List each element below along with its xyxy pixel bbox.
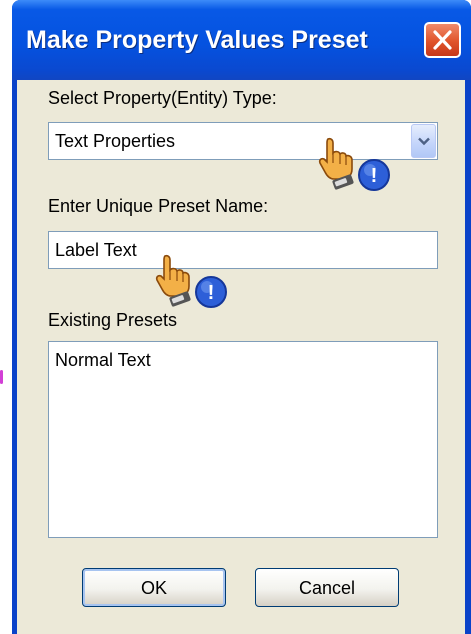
pink-edge-marker bbox=[0, 370, 3, 384]
close-icon bbox=[433, 30, 452, 50]
cancel-button[interactable]: Cancel bbox=[255, 568, 399, 607]
property-type-value: Text Properties bbox=[55, 131, 176, 151]
preset-name-field[interactable] bbox=[48, 231, 438, 269]
dialog-title: Make Property Values Preset bbox=[26, 26, 368, 54]
info-badge-icon: ! bbox=[195, 276, 227, 308]
list-item[interactable]: Normal Text bbox=[55, 350, 151, 371]
svg-text:!: ! bbox=[208, 282, 215, 304]
preset-name-input[interactable] bbox=[49, 232, 437, 268]
existing-presets-list[interactable]: Normal Text bbox=[48, 341, 438, 538]
dropdown-button[interactable] bbox=[411, 124, 436, 158]
existing-presets-label: Existing Presets bbox=[48, 310, 178, 330]
close-button[interactable] bbox=[424, 22, 461, 58]
property-type-label: Select Property(Entity) Type: bbox=[48, 88, 277, 108]
title-bar[interactable]: Make Property Values Preset bbox=[12, 0, 471, 80]
hand-pointer-with-info-badge-icon: ! bbox=[155, 254, 227, 308]
preset-name-label: Enter Unique Preset Name: bbox=[48, 196, 269, 216]
chevron-down-icon bbox=[418, 137, 430, 146]
ok-button[interactable]: OK bbox=[82, 568, 226, 607]
info-badge-icon: ! bbox=[358, 159, 390, 191]
dialog-window: Make Property Values Preset Select Prope… bbox=[12, 0, 471, 634]
hand-pointer-icon bbox=[155, 254, 190, 297]
hand-pointer-with-info-badge-icon: ! bbox=[318, 137, 390, 191]
svg-text:!: ! bbox=[371, 165, 378, 187]
hand-pointer-icon bbox=[318, 137, 353, 180]
